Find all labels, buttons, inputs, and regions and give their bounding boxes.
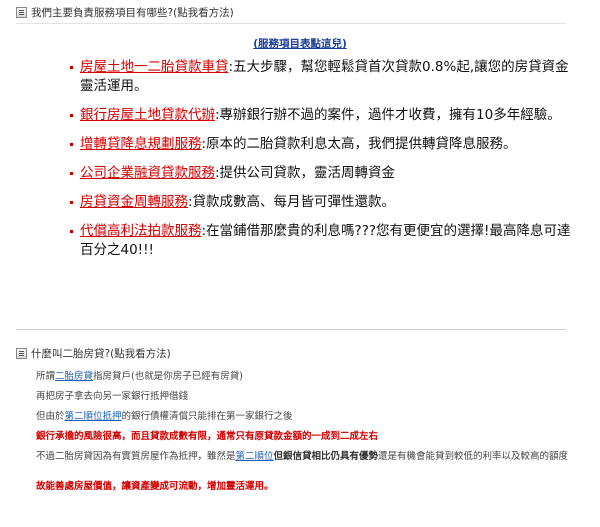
service-link[interactable]: 增轉貸降息規劃服務 (80, 136, 202, 152)
bold-text: 但銀信貸相比仍具有優勢 (273, 451, 379, 462)
answer-line: 故能善處房屋價值，讓資產變成可流動，增加靈活運用。 (36, 480, 576, 500)
service-list-link-wrap: (服務項目表點這兒) (0, 36, 600, 51)
service-link[interactable]: 代償高利法拍款服務 (80, 223, 202, 239)
bullet-icon (70, 201, 73, 204)
text: 指房貸戶(也就是你房子已經有房貸) (93, 371, 243, 382)
highlight-text: 故能善處房屋價值，讓資產變成可流動，增加靈活運用。 (36, 481, 274, 492)
service-item: 房屋土地一二胎貸款車貸:五大步驟，幫您輕鬆貸首次貸款0.8%起,讓您的房貸資金靈… (70, 58, 580, 96)
service-item: 銀行房屋土地貸款代辦:專辦銀行辦不過的案件，過件才收費，擁有10多年經驗。 (70, 106, 580, 125)
service-description: :原本的二胎貸款利息太高，我們提供轉貸降息服務。 (201, 136, 517, 152)
service-item: 代償高利法拍款服務:在當鋪借那麼貴的利息嗎???您有更便宜的選擇!最高降息可達百… (70, 222, 580, 260)
service-item: 增轉貸降息規劃服務:原本的二胎貸款利息太高，我們提供轉貸降息服務。 (70, 135, 580, 154)
service-link[interactable]: 房屋土地一二胎貸款車貸 (80, 59, 229, 75)
faq-question-second-mortgage[interactable]: 什麼叫二胎房貸?(點我看方法) (16, 344, 171, 362)
divider (16, 23, 566, 24)
faq-toggle-icon[interactable] (16, 347, 27, 359)
service-list: 房屋土地一二胎貸款車貸:五大步驟，幫您輕鬆貸首次貸款0.8%起,讓您的房貸資金靈… (70, 58, 580, 270)
text: 還是有機會能貸到較低的利率以及較高的額度 (378, 451, 569, 462)
text: 但由於 (36, 411, 65, 422)
service-description: :專辦銀行辦不過的案件，過件才收費，擁有10多年經驗。 (215, 107, 561, 123)
answer-line: 銀行承擔的風險很高，而且貸款成數有限，通常只有原貸款金額的一成到二成左右 (36, 430, 576, 450)
text: 所謂 (36, 371, 56, 382)
bullet-icon (70, 143, 73, 146)
faq-question-label[interactable]: 什麼叫二胎房貸?(點我看方法) (31, 346, 171, 361)
service-item: 房貸資金周轉服務:貸款成數高、每月皆可彈性還款。 (70, 193, 580, 212)
answer-line: 所謂二胎房貸指房貸戶(也就是你房子已經有房貸) (36, 370, 576, 390)
service-link[interactable]: 公司企業融資貸款服務 (80, 165, 215, 181)
keyword-link[interactable]: 二胎房貸 (55, 371, 93, 382)
service-link[interactable]: 房貸資金周轉服務 (80, 194, 188, 210)
faq-question-label[interactable]: 我們主要負責服務項目有哪些?(點我看方法) (31, 5, 234, 20)
divider (16, 329, 566, 330)
answer-line: 再把房子拿去向另一家銀行抵押借錢 (36, 390, 576, 410)
service-item: 公司企業融資貸款服務:提供公司貸款，靈活周轉資金 (70, 164, 580, 183)
faq-answer: 所謂二胎房貸指房貸戶(也就是你房子已經有房貸) 再把房子拿去向另一家銀行抵押借錢… (36, 370, 576, 500)
text: 再把房子拿去向另一家銀行抵押借錢 (36, 391, 189, 402)
keyword-link[interactable]: 第二順位 (236, 451, 274, 462)
service-list-link[interactable]: (服務項目表點這兒) (253, 38, 347, 50)
faq-toggle-icon[interactable] (16, 6, 27, 18)
service-link[interactable]: 銀行房屋土地貸款代辦 (80, 107, 215, 123)
highlight-text: 銀行承擔的風險很高，而且貸款成數有限，通常只有原貸款金額的一成到二成左右 (36, 431, 379, 442)
bullet-icon (70, 114, 73, 117)
bullet-icon (70, 172, 73, 175)
bullet-icon (70, 230, 73, 233)
answer-line: 但由於第二順位抵押的銀行債權清償只能排在第一家銀行之後 (36, 410, 576, 430)
text: 的銀行債權清償只能排在第一家銀行之後 (121, 411, 293, 422)
service-description: :提供公司貸款，靈活周轉資金 (215, 165, 396, 181)
text: 不過二胎房貸因為有實質房屋作為抵押，雖然是 (36, 451, 236, 462)
answer-line: 不過二胎房貸因為有實質房屋作為抵押，雖然是第二順位但銀信貸相比仍具有優勢還是有機… (36, 450, 576, 480)
service-description: :貸款成數高、每月皆可彈性還款。 (188, 194, 396, 210)
faq-question-services[interactable]: 我們主要負責服務項目有哪些?(點我看方法) (16, 3, 234, 21)
bullet-icon (70, 66, 73, 69)
keyword-link[interactable]: 第二順位抵押 (65, 411, 122, 422)
